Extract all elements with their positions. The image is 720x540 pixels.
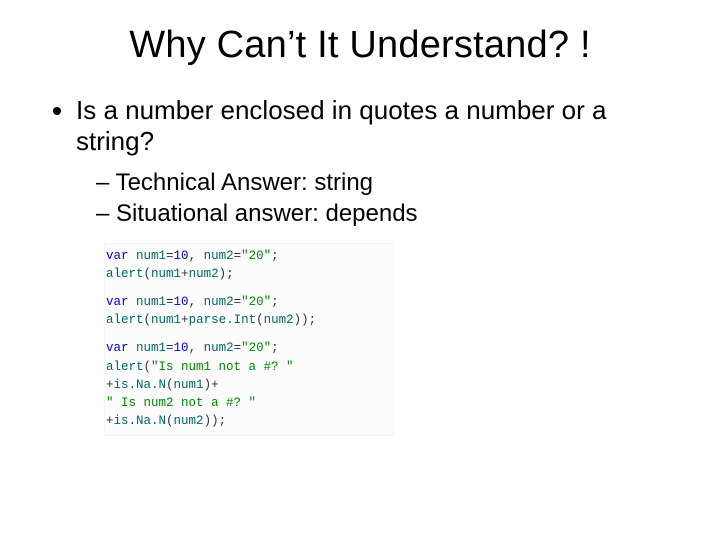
code-line: alert("Is num1 not a #? " (106, 358, 392, 376)
number-literal: 10 (174, 249, 189, 263)
ident: num2 (264, 313, 294, 327)
code-line: +is.Na.N(num1)+ (106, 376, 392, 394)
ident: num1 (136, 249, 166, 263)
punct: , (189, 295, 204, 309)
number-literal: 10 (174, 341, 189, 355)
punct: , (189, 341, 204, 355)
punct: + (106, 414, 114, 428)
punct: = (166, 249, 174, 263)
bullet-1-text: Is a number enclosed in quotes a number … (76, 95, 606, 156)
ident: alert (106, 267, 144, 281)
punct: ; (271, 341, 279, 355)
punct: ( (144, 267, 152, 281)
code-line: var num1=10, num2="20"; (106, 293, 392, 311)
keyword-var: var (106, 249, 136, 263)
slide-body: Is a number enclosed in quotes a number … (0, 77, 720, 436)
ident: num2 (204, 249, 234, 263)
punct: ( (144, 360, 152, 374)
string-literal: "20" (241, 249, 271, 263)
bullet-list: Is a number enclosed in quotes a number … (48, 95, 672, 229)
ident: num2 (204, 341, 234, 355)
sub-2: – Situational answer: depends (96, 200, 672, 229)
ident: num1 (151, 267, 181, 281)
bullet-1: Is a number enclosed in quotes a number … (76, 95, 672, 229)
code-gap (106, 283, 392, 293)
code-line: var num1=10, num2="20"; (106, 247, 392, 265)
ident: is.Na.N (114, 378, 167, 392)
keyword-var: var (106, 295, 136, 309)
ident: is.Na.N (114, 414, 167, 428)
code-block: var num1=10, num2="20"; alert(num1+num2)… (104, 243, 394, 436)
ident: num2 (204, 295, 234, 309)
punct: + (181, 313, 189, 327)
punct: = (234, 295, 242, 309)
sub-list: – Technical Answer: string – Situational… (76, 169, 672, 229)
ident: parse.Int (189, 313, 257, 327)
ident: num1 (151, 313, 181, 327)
punct: ); (219, 267, 234, 281)
punct: = (166, 295, 174, 309)
keyword-var: var (106, 341, 136, 355)
punct: = (234, 341, 242, 355)
number-literal: 10 (174, 295, 189, 309)
ident: num2 (189, 267, 219, 281)
ident: num1 (174, 378, 204, 392)
punct: , (189, 249, 204, 263)
punct: ; (271, 249, 279, 263)
punct: = (234, 249, 242, 263)
ident: alert (106, 360, 144, 374)
punct: = (166, 341, 174, 355)
code-line: alert(num1+num2); (106, 265, 392, 283)
string-literal: "20" (241, 341, 271, 355)
sub-1: – Technical Answer: string (96, 169, 672, 198)
code-gap (106, 329, 392, 339)
code-line: alert(num1+parse.Int(num2)); (106, 311, 392, 329)
slide-title: Why Can’t It Understand? ! (0, 0, 720, 77)
punct: + (106, 378, 114, 392)
code-line: " Is num2 not a #? " (106, 394, 392, 412)
slide: Why Can’t It Understand? ! Is a number e… (0, 0, 720, 540)
ident: alert (106, 313, 144, 327)
ident: num1 (136, 295, 166, 309)
ident: num2 (174, 414, 204, 428)
punct: ( (166, 378, 174, 392)
code-line: var num1=10, num2="20"; (106, 339, 392, 357)
string-literal: "Is num1 not a #? " (151, 360, 294, 374)
punct: ( (256, 313, 264, 327)
punct: + (181, 267, 189, 281)
punct: ; (271, 295, 279, 309)
punct: )+ (204, 378, 219, 392)
ident: num1 (136, 341, 166, 355)
punct: )); (204, 414, 227, 428)
punct: )); (294, 313, 317, 327)
string-literal: "20" (241, 295, 271, 309)
punct: ( (144, 313, 152, 327)
string-literal: " Is num2 not a #? " (106, 396, 256, 410)
punct: ( (166, 414, 174, 428)
code-line: +is.Na.N(num2)); (106, 412, 392, 430)
